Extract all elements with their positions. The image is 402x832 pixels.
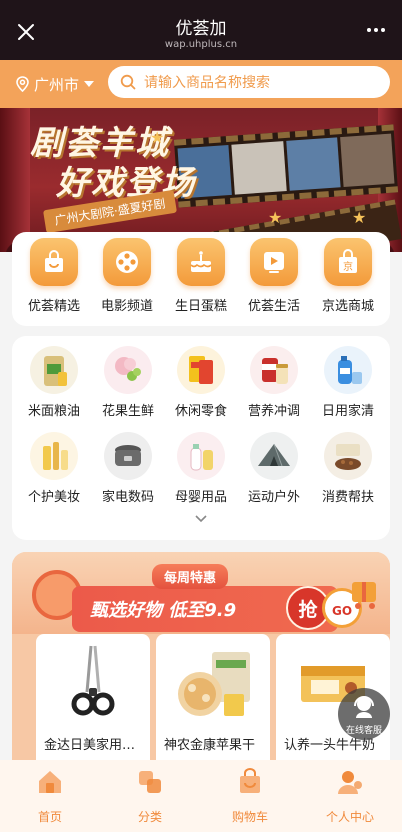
jd-bag-icon: 京 [324, 238, 372, 286]
svg-text:京: 京 [343, 260, 353, 273]
category-label: 日用家清 [321, 404, 374, 419]
shopping-bag-icon [30, 238, 78, 286]
quick-entry-movies[interactable]: 电影频道 [92, 238, 162, 314]
category-label: 营养冲调 [247, 404, 300, 419]
dried-fruit-icon [156, 634, 270, 730]
cart-icon [240, 768, 260, 793]
category-label: 个护美妆 [27, 490, 80, 505]
star-icon: ★ [268, 208, 283, 227]
home-icon [39, 771, 61, 793]
online-service-button[interactable]: 在线客服 [338, 688, 390, 740]
category-nutrition[interactable]: 营养冲调 [238, 346, 310, 419]
online-service-label: 在线客服 [345, 726, 382, 736]
product-card[interactable]: 神农金康苹果干 [156, 634, 270, 760]
local-produce-icon [324, 432, 372, 480]
cosmetics-icon [30, 432, 78, 480]
product-name: 金达日美家用剪刀 [44, 738, 149, 753]
search-input[interactable]: 请输入商品名称搜索 [108, 66, 390, 98]
tab-profile[interactable]: 个人中心 [300, 768, 400, 825]
birthday-cake-icon [177, 238, 225, 286]
quick-entry-birthday-cake[interactable]: 生日蛋糕 [166, 238, 236, 314]
gift-cart-icon [352, 582, 376, 609]
category-appliances[interactable]: 家电数码 [92, 432, 164, 505]
star-icon: ★ [150, 128, 165, 147]
chevron-down-icon[interactable] [194, 514, 208, 524]
category-poverty-relief[interactable]: 消费帮扶 [312, 432, 384, 505]
quick-entry-label: 电影频道 [100, 299, 153, 314]
category-label: 母婴用品 [174, 490, 227, 505]
quick-entry-label: 优荟生活 [247, 299, 300, 314]
search-header: 广州市 请输入商品名称搜索 [0, 60, 402, 108]
category-label: 家电数码 [101, 490, 154, 505]
nutrition-can-icon [250, 346, 298, 394]
film-reel-icon [103, 238, 151, 286]
product-name: 神农金康苹果干 [164, 738, 256, 753]
category-label: 米面粮油 [27, 404, 80, 419]
tab-cart[interactable]: 购物车 [200, 768, 300, 825]
top-navbar: 优荟加 wap.uhplus.cn [0, 0, 402, 60]
quick-entry-youhui-life[interactable]: 优荟生活 [239, 238, 309, 314]
tab-home[interactable]: 首页 [0, 768, 100, 825]
film-strip [173, 124, 399, 208]
quick-entry-jd-mall[interactable]: 京 京选商城 [313, 238, 383, 314]
city-selector[interactable]: 广州市 [16, 72, 99, 96]
profile-icon [338, 771, 362, 794]
category-rice-oil[interactable]: 米面粮油 [18, 346, 90, 419]
quick-entry-label: 生日蛋糕 [174, 299, 227, 314]
weekly-deals-headline: 甄选好物 低至9.9 [90, 600, 237, 621]
category-outdoor[interactable]: 运动户外 [238, 432, 310, 505]
category-snacks[interactable]: 休闲零食 [165, 346, 237, 419]
tent-icon [250, 432, 298, 480]
promo-banner[interactable]: 剧荟羊城 好戏登场 广州大剧院·盛夏好剧 ★ ★ ★ [0, 108, 402, 252]
category-baby[interactable]: 母婴用品 [165, 432, 237, 505]
play-tablet-icon [250, 238, 298, 286]
bottom-tab-bar: 首页 分类 购物车 个人中心 [0, 760, 402, 832]
category-label: 花果生鲜 [101, 404, 154, 419]
tab-label: 首页 [37, 810, 62, 824]
search-icon [120, 74, 136, 90]
quick-entry-youhui-selected[interactable]: 优荟精选 [19, 238, 89, 314]
page-title: 优荟加 [175, 19, 227, 39]
snacks-icon [177, 346, 225, 394]
fruit-flower-icon [104, 346, 152, 394]
quick-entry-card: 优荟精选 电影频道 生日蛋糕 优荟生活 京 京选商城 [12, 232, 390, 326]
category-label: 休闲零食 [174, 404, 227, 419]
weekly-deals-flag: 每周特惠 [152, 564, 229, 589]
category-household[interactable]: 日用家清 [312, 346, 384, 419]
quick-entry-label: 优荟精选 [27, 299, 80, 314]
tab-label: 个人中心 [325, 810, 374, 824]
star-icon: ★ [352, 208, 367, 227]
location-pin-icon [16, 76, 29, 92]
customer-service-icon [354, 696, 374, 718]
product-card[interactable]: 金达日美家用剪刀 [36, 634, 150, 760]
detergent-icon [324, 346, 372, 394]
tab-category[interactable]: 分类 [100, 768, 200, 825]
rice-bag-icon [30, 346, 78, 394]
more-icon[interactable] [366, 26, 386, 34]
tab-label: 分类 [137, 810, 162, 824]
baby-products-icon [177, 432, 225, 480]
category-personal-care[interactable]: 个护美妆 [18, 432, 90, 505]
category-icon [139, 771, 161, 793]
caret-down-icon [84, 81, 95, 87]
rice-cooker-icon [104, 432, 152, 480]
city-label: 广州市 [34, 75, 80, 94]
page-url: wap.uhplus.cn [164, 39, 238, 50]
category-label: 运动户外 [247, 490, 300, 505]
quick-entry-label: 京选商城 [321, 299, 374, 314]
weekly-deals-section: 每周特惠 甄选好物 低至9.9 抢 GO 金达日美家用剪刀 神农金康苹果干 认养… [12, 552, 390, 760]
search-placeholder: 请输入商品名称搜索 [144, 75, 270, 91]
category-fruit-fresh[interactable]: 花果生鲜 [92, 346, 164, 419]
scissors-icon [36, 634, 150, 730]
tab-label: 购物车 [231, 810, 268, 824]
category-grid: 米面粮油 花果生鲜 休闲零食 营养冲调 日用家清 个护美妆 家电数码 母婴用品 … [12, 336, 390, 540]
category-label: 消费帮扶 [321, 490, 374, 505]
